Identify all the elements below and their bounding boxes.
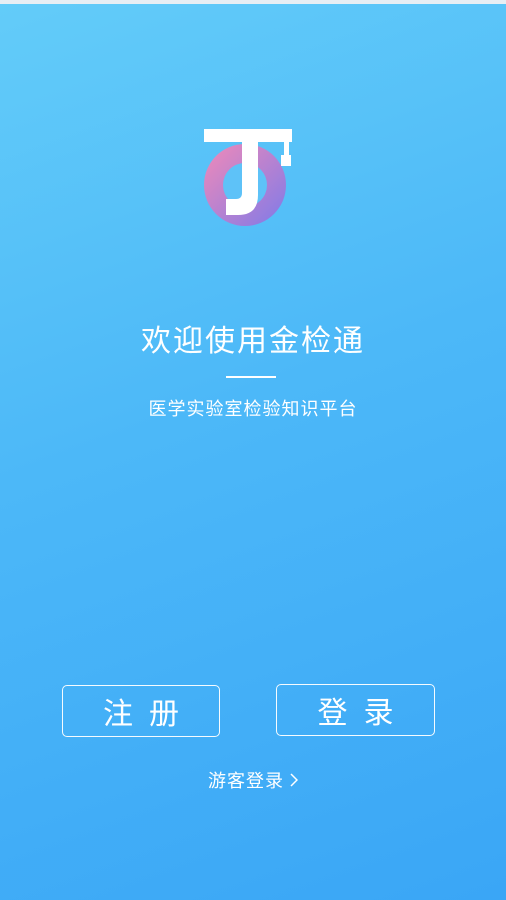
login-button[interactable]: 登录 bbox=[276, 684, 435, 736]
guest-login-link[interactable]: 游客登录 bbox=[0, 767, 506, 793]
register-button[interactable]: 注册 bbox=[62, 685, 220, 737]
status-bar-strip bbox=[0, 0, 506, 4]
guest-login-label: 游客登录 bbox=[208, 771, 284, 792]
welcome-screen: 欢迎使用金检通 医学实验室检验知识平台 注册 登录 游客登录 bbox=[0, 0, 506, 900]
subtitle: 医学实验室检验知识平台 bbox=[148, 399, 358, 420]
chevron-right-icon bbox=[290, 773, 298, 787]
title-divider bbox=[226, 376, 276, 378]
app-logo-icon bbox=[204, 129, 292, 226]
welcome-title: 欢迎使用金检通 bbox=[141, 324, 365, 359]
